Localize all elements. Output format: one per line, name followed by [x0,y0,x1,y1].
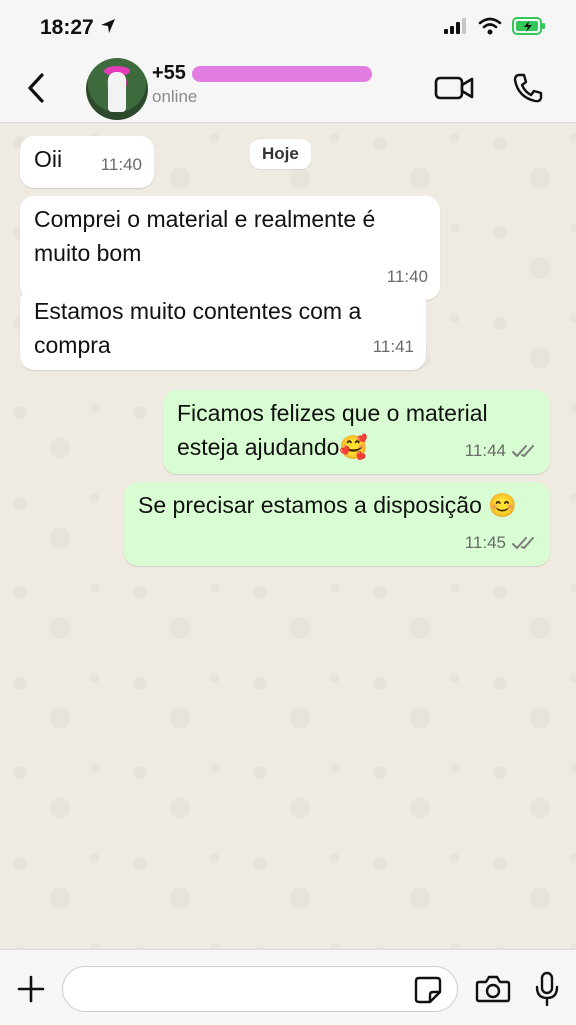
location-arrow-icon [100,16,116,40]
plus-icon [17,975,45,1003]
message-time: 11:45 [464,533,506,552]
video-call-button[interactable] [434,70,474,106]
message-meta: 11:41 [373,330,414,364]
input-bar [0,949,576,1025]
message-time: 11:44 [464,441,506,460]
status-bar: 18:27 [0,0,576,56]
redaction-mark [191,65,372,82]
contact-info[interactable]: +55 online [152,62,372,107]
contact-phone: +55 [152,62,186,84]
message-text: Comprei o material e realmente é muito b… [34,206,376,266]
date-chip: Hoje [250,139,311,169]
microphone-button[interactable] [532,970,562,1008]
status-icons [444,16,546,40]
message-meta: 11:44 [465,434,538,468]
status-time-text: 18:27 [40,16,94,39]
microphone-icon [535,971,559,1007]
phone-icon [513,73,543,103]
message-incoming[interactable]: Comprei o material e realmente é muito b… [20,196,440,300]
sticker-button[interactable] [412,974,444,1006]
voice-call-button[interactable] [508,70,548,106]
double-check-icon [512,445,534,457]
message-text: Se precisar estamos a disposição 😊 [138,492,517,518]
camera-icon [475,975,511,1003]
message-text: Estamos muito contentes com a compra [34,298,362,358]
camera-button[interactable] [474,972,512,1006]
video-camera-icon [434,76,474,100]
message-time: 11:41 [372,337,414,356]
cellular-signal-icon [444,17,468,39]
message-incoming[interactable]: Oii 11:40 [20,136,154,188]
message-time: 11:40 [100,155,142,174]
sticker-icon [414,976,442,1004]
contact-avatar[interactable] [86,58,148,120]
chat-area[interactable]: Hoje Oii 11:40 Comprei o material e real… [0,123,576,949]
avatar-person [108,72,126,112]
contact-status: online [152,87,198,106]
contact-name-row: +55 [152,62,372,85]
status-time: 18:27 [40,16,116,40]
message-outgoing[interactable]: Se precisar estamos a disposição 😊 11:45 [124,482,550,566]
message-incoming[interactable]: Estamos muito contentes com a compra 11:… [20,288,426,370]
chevron-left-icon [28,73,44,103]
message-meta: 11:40 [101,148,142,182]
message-meta: 11:45 [465,526,538,560]
message-outgoing[interactable]: Ficamos felizes que o material esteja aj… [163,390,550,474]
double-check-icon [512,537,534,549]
battery-icon [512,16,546,40]
wifi-icon [478,17,502,40]
attach-button[interactable] [14,972,48,1006]
back-button[interactable] [22,68,50,108]
chat-header: +55 online [0,56,576,123]
message-input[interactable] [62,966,458,1012]
